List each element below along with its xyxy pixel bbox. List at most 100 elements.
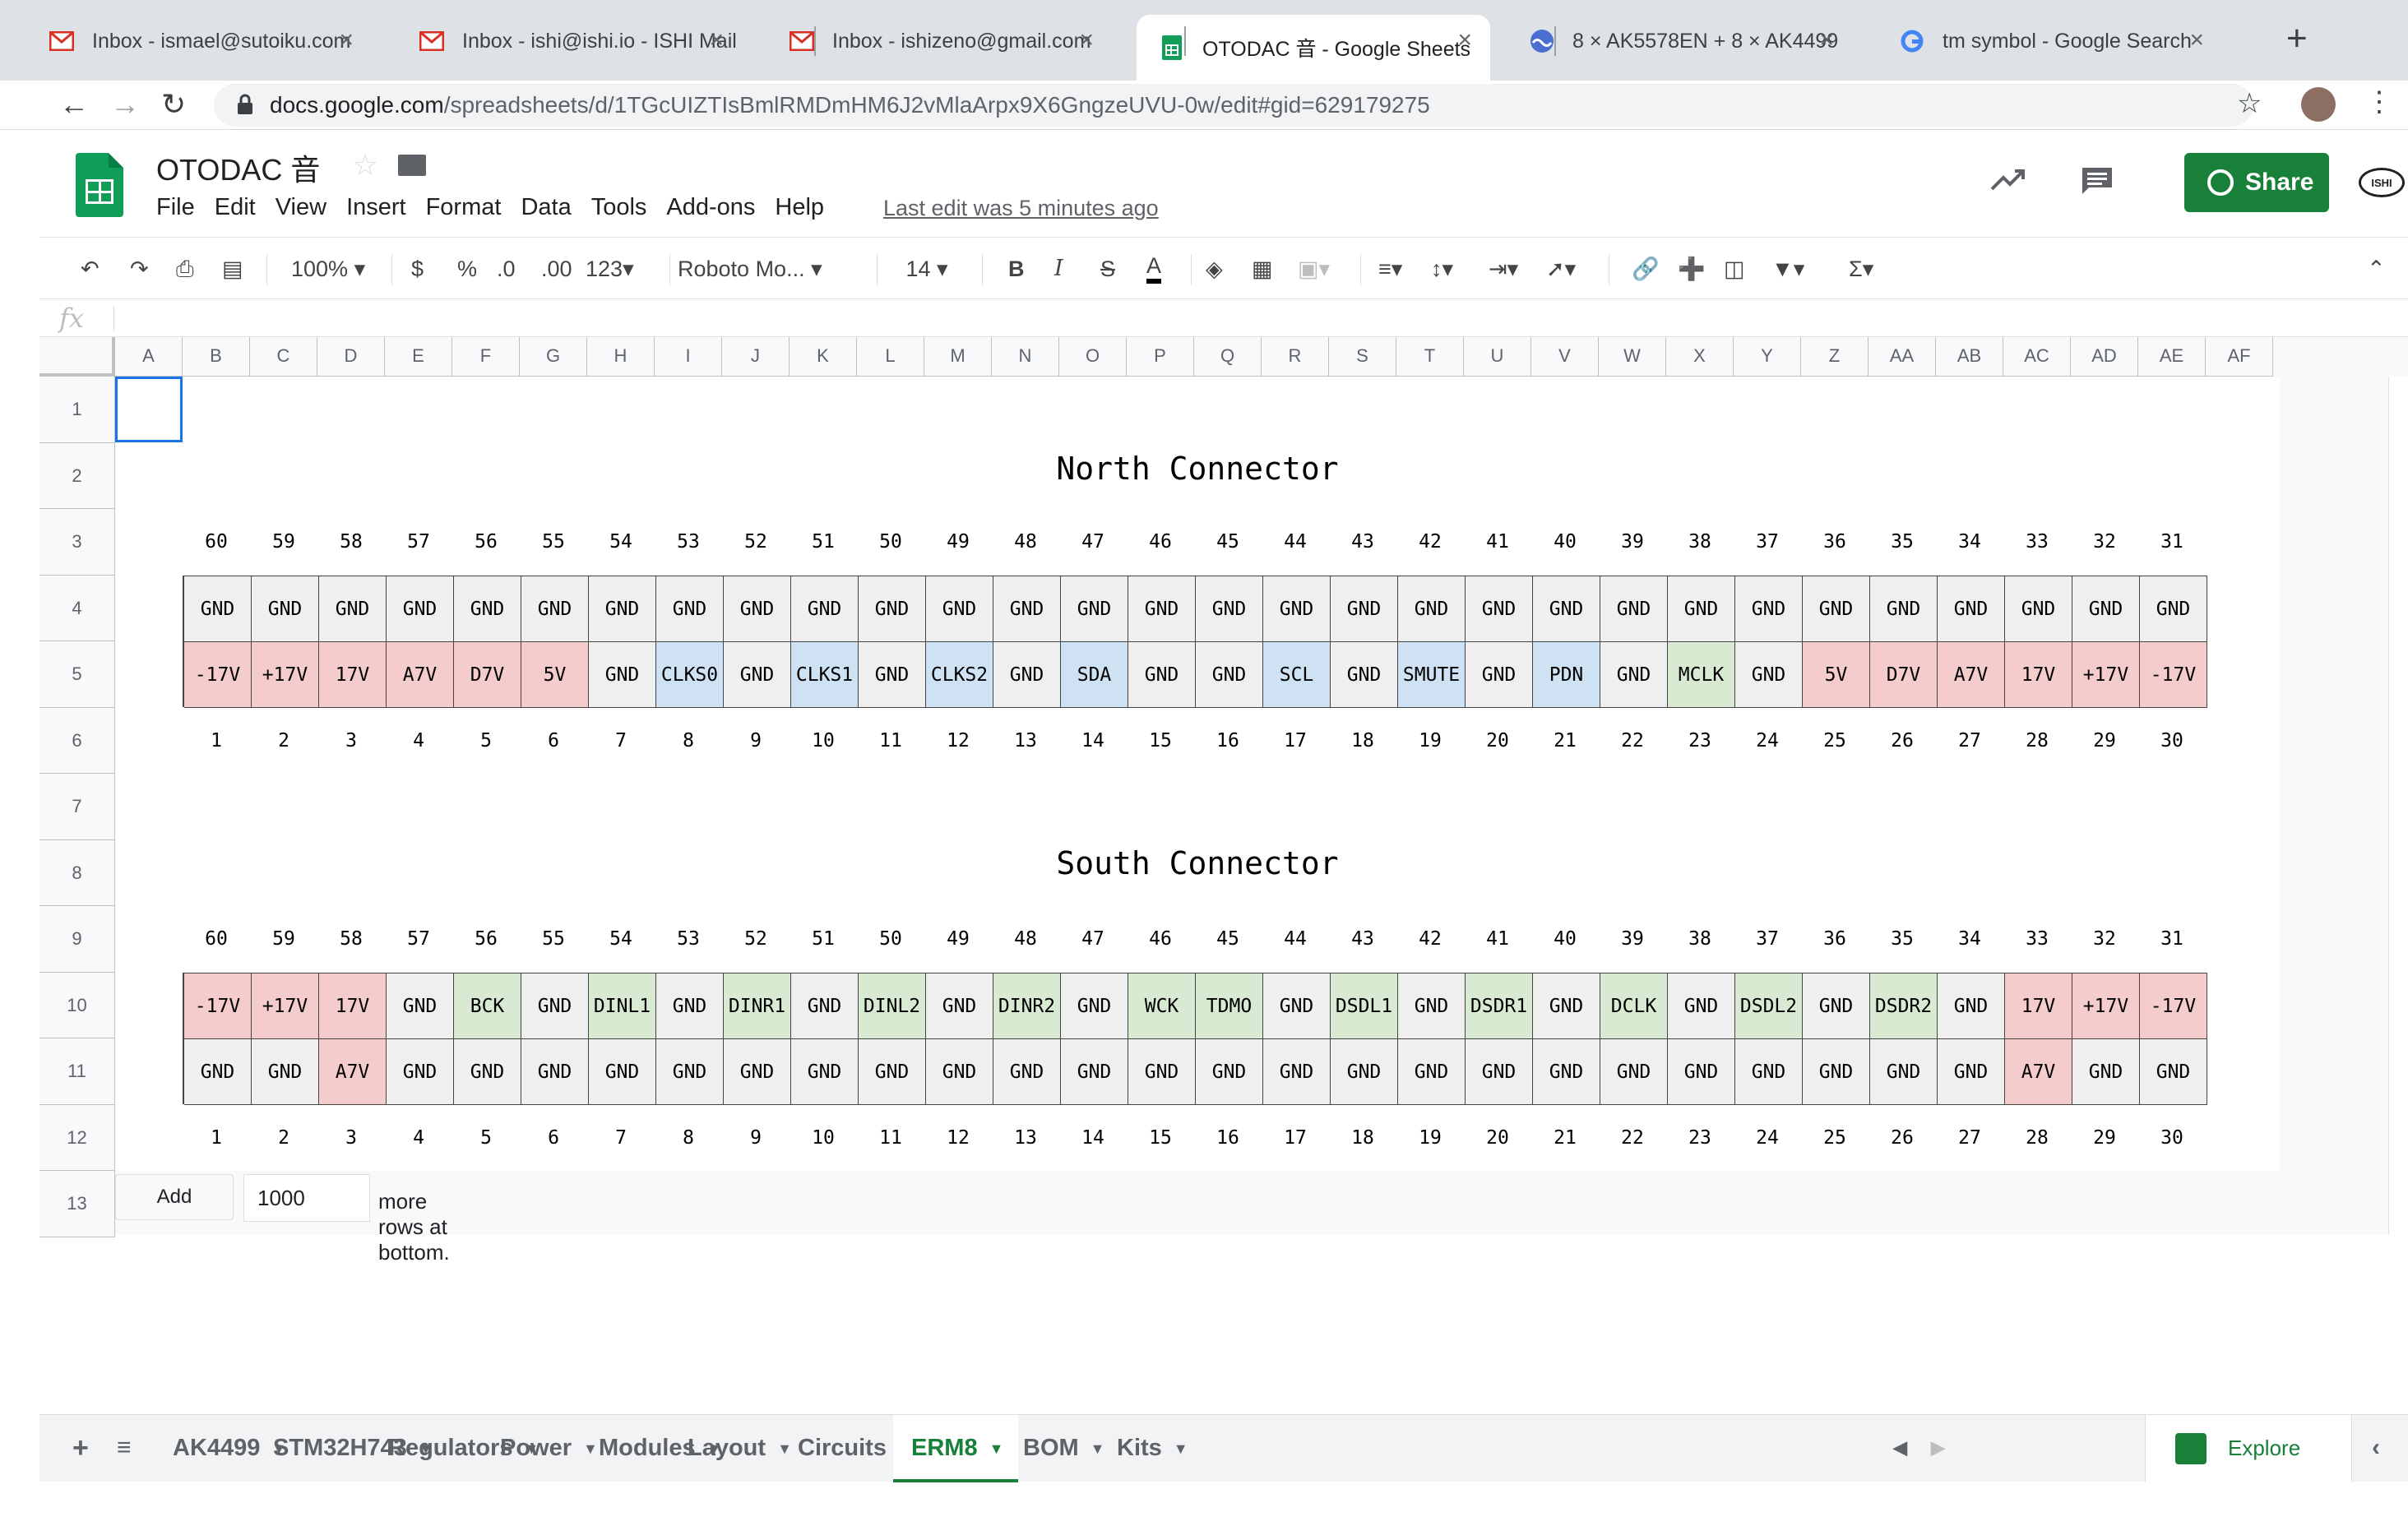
pin-signal-cell[interactable]: GND	[1128, 1039, 1196, 1105]
pin-number[interactable]: 57	[385, 509, 452, 575]
pin-number[interactable]: 13	[992, 1105, 1059, 1171]
pin-number[interactable]: 40	[1531, 906, 1599, 972]
row-header[interactable]: 5	[39, 641, 115, 708]
pin-signal-cell[interactable]: GND	[1803, 973, 1870, 1039]
decrease-decimal-button[interactable]: .0	[497, 252, 516, 285]
pin-signal-cell[interactable]: +17V	[2072, 973, 2140, 1039]
pin-number[interactable]: 57	[385, 906, 452, 972]
browser-tab[interactable]: Inbox - ishi@ishi.io - ISHI Mail ×	[396, 15, 742, 67]
pin-number[interactable]: 6	[520, 1105, 587, 1171]
pin-number[interactable]: 15	[1127, 708, 1194, 774]
browser-tab[interactable]: 8 × AK5578EN + 8 × AK4499 ×	[1507, 15, 1852, 67]
pin-number[interactable]: 53	[655, 906, 722, 972]
column-header[interactable]: U	[1464, 337, 1531, 377]
pin-signal-cell[interactable]: GND	[791, 576, 859, 642]
pin-number[interactable]: 51	[790, 509, 857, 575]
pin-signal-cell[interactable]: A7V	[1938, 642, 2005, 708]
pin-signal-cell[interactable]: 17V	[319, 642, 387, 708]
pin-number[interactable]: 45	[1194, 906, 1262, 972]
browser-menu-icon[interactable]: ⋮	[2365, 86, 2393, 118]
pin-number[interactable]: 30	[2138, 1105, 2206, 1171]
pin-signal-cell[interactable]: +17V	[2072, 642, 2140, 708]
pin-signal-cell[interactable]: 5V	[1803, 642, 1870, 708]
activity-trend-icon[interactable]	[1990, 166, 2026, 192]
pin-number[interactable]: 24	[1734, 708, 1801, 774]
column-header[interactable]: E	[385, 337, 452, 377]
pin-number[interactable]: 49	[924, 509, 992, 575]
pin-number[interactable]: 55	[520, 906, 587, 972]
row-header[interactable]: 10	[39, 972, 115, 1038]
row-header[interactable]: 9	[39, 906, 115, 973]
pin-number[interactable]: 37	[1734, 509, 1801, 575]
pin-number[interactable]: 35	[1869, 509, 1936, 575]
pin-number[interactable]: 13	[992, 708, 1059, 774]
pin-signal-cell[interactable]: GND	[1870, 1039, 1938, 1105]
pin-number[interactable]: 59	[250, 906, 317, 972]
menu-help[interactable]: Help	[775, 194, 824, 221]
pin-signal-cell[interactable]: DINL1	[589, 973, 656, 1039]
pin-signal-cell[interactable]: -17V	[184, 973, 252, 1039]
column-header[interactable]: V	[1531, 337, 1599, 377]
pin-signal-cell[interactable]: GND	[2005, 576, 2072, 642]
pin-number[interactable]: 46	[1127, 509, 1194, 575]
pin-number[interactable]: 36	[1801, 509, 1869, 575]
column-header[interactable]: I	[655, 337, 722, 377]
close-tab-icon[interactable]: ×	[1819, 28, 1834, 53]
column-header[interactable]: AC	[2003, 337, 2071, 377]
pin-signal-cell[interactable]: +17V	[252, 642, 319, 708]
pin-number[interactable]: 45	[1194, 509, 1262, 575]
pin-number[interactable]: 40	[1531, 509, 1599, 575]
browser-tab[interactable]: tm symbol - Google Search ×	[1877, 15, 2222, 67]
pin-signal-cell[interactable]: GND	[1870, 576, 1938, 642]
pin-number[interactable]: 58	[317, 906, 385, 972]
pin-signal-cell[interactable]: SMUTE	[1398, 642, 1466, 708]
row-header[interactable]: 3	[39, 509, 115, 576]
pin-number[interactable]: 39	[1599, 509, 1666, 575]
pin-number[interactable]: 41	[1464, 509, 1531, 575]
pin-number[interactable]: 11	[857, 708, 924, 774]
close-tab-icon[interactable]: ×	[709, 28, 724, 53]
formula-bar[interactable]: fx	[39, 299, 2408, 337]
pin-signal-cell[interactable]: 17V	[2005, 642, 2072, 708]
pin-signal-cell[interactable]: DSDR1	[1466, 973, 1533, 1039]
menu-tools[interactable]: Tools	[591, 194, 647, 221]
pin-number[interactable]: 1	[183, 708, 250, 774]
pin-number[interactable]: 21	[1531, 1105, 1599, 1171]
pin-signal-cell[interactable]: MCLK	[1668, 642, 1735, 708]
pin-number[interactable]: 52	[722, 906, 790, 972]
percent-button[interactable]: %	[457, 252, 477, 285]
pin-number[interactable]: 21	[1531, 708, 1599, 774]
pin-number[interactable]: 47	[1059, 509, 1127, 575]
pin-number[interactable]: 60	[183, 509, 250, 575]
pin-number[interactable]: 42	[1396, 906, 1464, 972]
column-header[interactable]: O	[1059, 337, 1127, 377]
pin-signal-cell[interactable]: GND	[1668, 576, 1735, 642]
pin-signal-cell[interactable]: A7V	[319, 1039, 387, 1105]
pin-number[interactable]: 59	[250, 509, 317, 575]
undo-icon[interactable]: ↶	[81, 252, 100, 285]
pin-number[interactable]: 15	[1127, 1105, 1194, 1171]
pin-number[interactable]: 20	[1464, 708, 1531, 774]
pin-signal-cell[interactable]: GND	[589, 642, 656, 708]
pin-signal-cell[interactable]: GND	[926, 576, 993, 642]
pin-signal-cell[interactable]: GND	[1263, 1039, 1331, 1105]
back-icon[interactable]: ←	[59, 86, 89, 123]
column-header[interactable]: Z	[1801, 337, 1869, 377]
pin-signal-cell[interactable]: GND	[791, 1039, 859, 1105]
pin-signal-cell[interactable]: GND	[724, 642, 791, 708]
close-tab-icon[interactable]: ×	[2189, 28, 2204, 53]
functions-icon[interactable]: Σ▾	[1849, 252, 1873, 285]
pin-number[interactable]: 29	[2071, 708, 2138, 774]
pin-signal-cell[interactable]: GND	[1196, 1039, 1263, 1105]
close-tab-icon[interactable]: ×	[339, 28, 354, 53]
column-header[interactable]: H	[587, 337, 655, 377]
close-tab-icon[interactable]: ×	[1079, 28, 1094, 53]
side-panel-toggle-icon[interactable]: ‹	[2372, 1415, 2380, 1482]
collapse-toolbar-icon[interactable]: ⌃	[2367, 252, 2386, 285]
pin-signal-cell[interactable]: GND	[1938, 576, 2005, 642]
pin-number[interactable]: 14	[1059, 1105, 1127, 1171]
pin-signal-cell[interactable]: 5V	[521, 642, 589, 708]
pin-signal-cell[interactable]: DINL2	[859, 973, 926, 1039]
folder-icon[interactable]	[398, 155, 426, 176]
column-header[interactable]: AB	[1936, 337, 2003, 377]
